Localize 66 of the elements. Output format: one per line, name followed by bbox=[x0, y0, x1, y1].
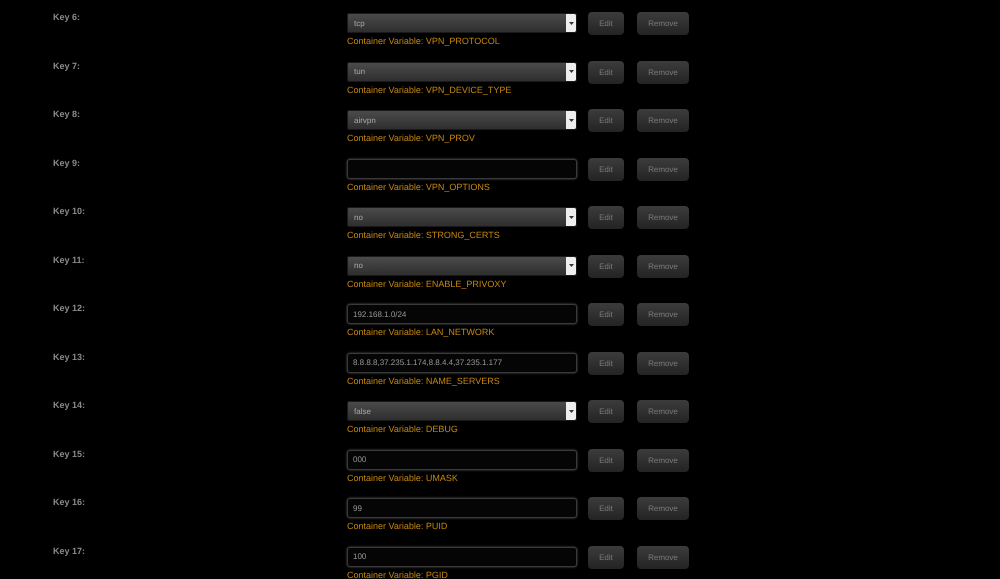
caret-icon bbox=[568, 70, 574, 73]
remove-button[interactable]: Remove bbox=[637, 109, 689, 132]
remove-button[interactable]: Remove bbox=[637, 448, 689, 472]
key-label: Key 13: bbox=[53, 352, 86, 362]
edit-button[interactable]: Edit bbox=[588, 400, 624, 423]
input-field[interactable]: 192.168.1.0/24 bbox=[347, 304, 577, 324]
remove-button[interactable]: Remove bbox=[637, 303, 689, 326]
edit-button[interactable]: Edit bbox=[588, 352, 624, 374]
edit-button[interactable]: Edit bbox=[588, 546, 624, 568]
variable-label: Container Variable: ENABLE_PRIVOXY bbox=[347, 278, 508, 288]
input-field[interactable]: 8.8.8.8,37.235.1.174,8.8.4.4,37.235.1.177 bbox=[347, 352, 577, 372]
variable-label: Container Variable: VPN_PROV bbox=[347, 133, 476, 143]
edit-button[interactable]: Edit bbox=[588, 497, 624, 520]
edit-button[interactable]: Edit bbox=[588, 12, 624, 35]
variable-label: Container Variable: LAN_NETWORK bbox=[347, 327, 496, 337]
key-label: Key 12: bbox=[53, 303, 86, 313]
variable-label: Container Variable: STRONG_CERTS bbox=[347, 230, 501, 240]
caret-icon bbox=[568, 410, 574, 412]
remove-button[interactable]: Remove bbox=[637, 60, 689, 84]
key-label: Key 17: bbox=[53, 546, 86, 556]
remove-button[interactable]: Remove bbox=[637, 400, 689, 423]
edit-button[interactable]: Edit bbox=[588, 109, 624, 132]
remove-button[interactable]: Remove bbox=[637, 497, 689, 520]
variable-label: Container Variable: VPN_PROTOCOL bbox=[347, 36, 501, 46]
variable-label: Container Variable: DEBUG bbox=[347, 424, 459, 434]
caret-icon bbox=[568, 216, 574, 218]
key-label: Key 6: bbox=[53, 12, 82, 22]
remove-button[interactable]: Remove bbox=[637, 352, 689, 374]
caret-icon bbox=[568, 264, 574, 267]
edit-button[interactable]: Edit bbox=[588, 206, 624, 229]
dropdown[interactable]: false bbox=[347, 401, 577, 421]
key-label: Key 8: bbox=[53, 109, 82, 119]
edit-button[interactable]: Edit bbox=[588, 60, 624, 84]
remove-button[interactable]: Remove bbox=[637, 12, 689, 35]
remove-button[interactable]: Remove bbox=[637, 254, 689, 278]
key-label: Key 7: bbox=[53, 60, 82, 70]
edit-button[interactable]: Edit bbox=[588, 254, 624, 278]
key-label: Key 11: bbox=[53, 254, 86, 264]
edit-button[interactable]: Edit bbox=[588, 448, 624, 472]
remove-button[interactable]: Remove bbox=[637, 546, 689, 568]
dropdown[interactable]: airvpn bbox=[347, 110, 577, 130]
edit-button[interactable]: Edit bbox=[588, 303, 624, 326]
key-label: Key 10: bbox=[53, 206, 86, 216]
caret-icon bbox=[568, 22, 574, 24]
key-label: Key 14: bbox=[53, 400, 86, 410]
dropdown[interactable]: no bbox=[347, 207, 577, 227]
caret-icon bbox=[568, 118, 574, 122]
variable-label: Container Variable: PGID bbox=[347, 570, 449, 579]
input-field[interactable]: 99 bbox=[347, 498, 577, 518]
remove-button[interactable]: Remove bbox=[637, 158, 689, 180]
variable-label: Container Variable: VPN_DEVICE_TYPE bbox=[347, 84, 512, 94]
variable-label: Container Variable: PUID bbox=[347, 521, 448, 531]
dropdown[interactable]: tcp bbox=[347, 13, 577, 33]
variable-label: Container Variable: NAME_SERVERS bbox=[347, 376, 501, 386]
dropdown[interactable]: no bbox=[347, 256, 577, 276]
input-field[interactable]: 000 bbox=[347, 450, 577, 470]
variable-label: Container Variable: VPN_OPTIONS bbox=[347, 182, 491, 192]
input-field[interactable]: 100 bbox=[347, 546, 577, 566]
edit-button[interactable]: Edit bbox=[588, 158, 624, 180]
key-label: Key 15: bbox=[53, 448, 86, 458]
remove-button[interactable]: Remove bbox=[637, 206, 689, 229]
variable-label: Container Variable: UMASK bbox=[347, 472, 459, 482]
key-label: Key 16: bbox=[53, 497, 86, 507]
dropdown[interactable]: tun bbox=[347, 62, 577, 82]
input-field[interactable] bbox=[347, 158, 577, 178]
key-label: Key 9: bbox=[53, 158, 82, 168]
